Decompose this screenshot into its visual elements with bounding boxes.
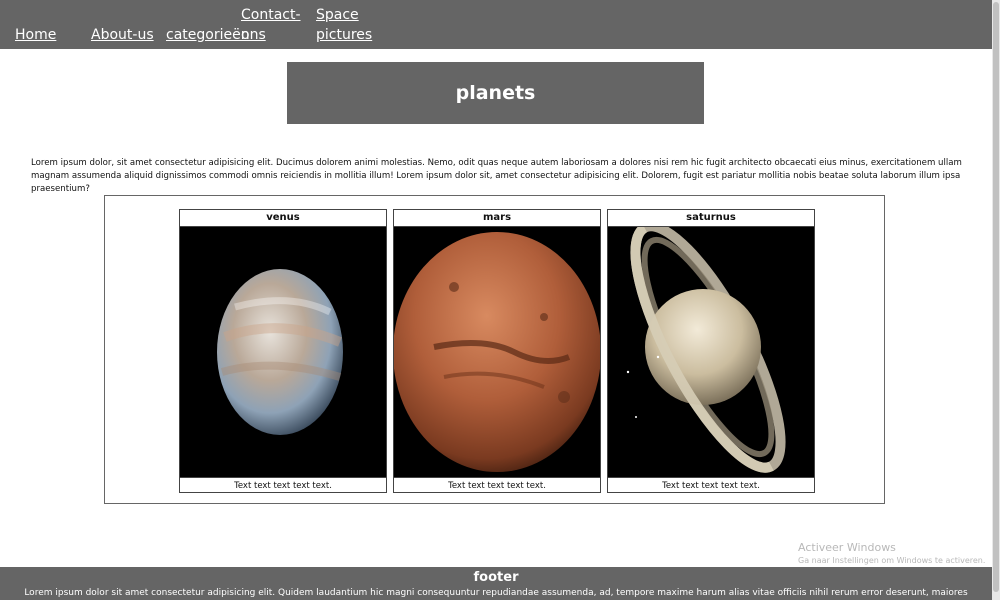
nav-link-about-us[interactable]: About-us [91,25,154,45]
nav-link-home[interactable]: Home [15,25,56,45]
page-banner: planets [287,62,704,124]
planet-card-mars: mars Text text text text text. [393,209,601,493]
intro-paragraph: Lorem ipsum dolor, sit amet consectetur … [31,158,962,194]
watermark-title: Activeer Windows [798,541,896,554]
scrollbar-thumb[interactable] [993,2,999,592]
watermark-subtitle: Ga naar Instellingen om Windows te activ… [798,556,986,565]
page-title: planets [455,82,536,104]
mars-image [394,227,600,477]
card-caption: Text text text text text. [180,477,386,494]
windows-activation-watermark: Activeer Windows Ga naar Instellingen om… [798,541,985,565]
saturn-image [608,227,814,477]
saturn-illustration [608,227,814,477]
card-caption: Text text text text text. [394,477,600,494]
nav-link-contact[interactable]: Contact-ons [241,5,303,45]
nav-link-space-pictures[interactable]: Space pictures [316,5,380,45]
vertical-scrollbar[interactable] [992,0,1000,600]
card-caption: Text text text text text. [608,477,814,494]
top-navigation: Home About-us categorieën Contact-ons Sp… [0,0,992,49]
planet-card-venus: venus Text text text text text. [179,209,387,493]
page-footer: footer Lorem ipsum dolor sit amet consec… [0,567,992,610]
card-title: mars [394,210,600,227]
card-title: venus [180,210,386,227]
nav-link-categories[interactable]: categorieën [166,25,250,45]
planet-gallery: venus Text text text text text. mars Tex… [104,195,885,504]
venus-image [180,227,386,477]
planet-card-saturnus: saturnus Text text text text text. [607,209,815,493]
mars-illustration [394,227,600,477]
footer-text: Lorem ipsum dolor sit amet consectetur a… [24,588,968,610]
venus-illustration [180,227,386,477]
footer-title: footer [473,570,519,585]
card-title: saturnus [608,210,814,227]
